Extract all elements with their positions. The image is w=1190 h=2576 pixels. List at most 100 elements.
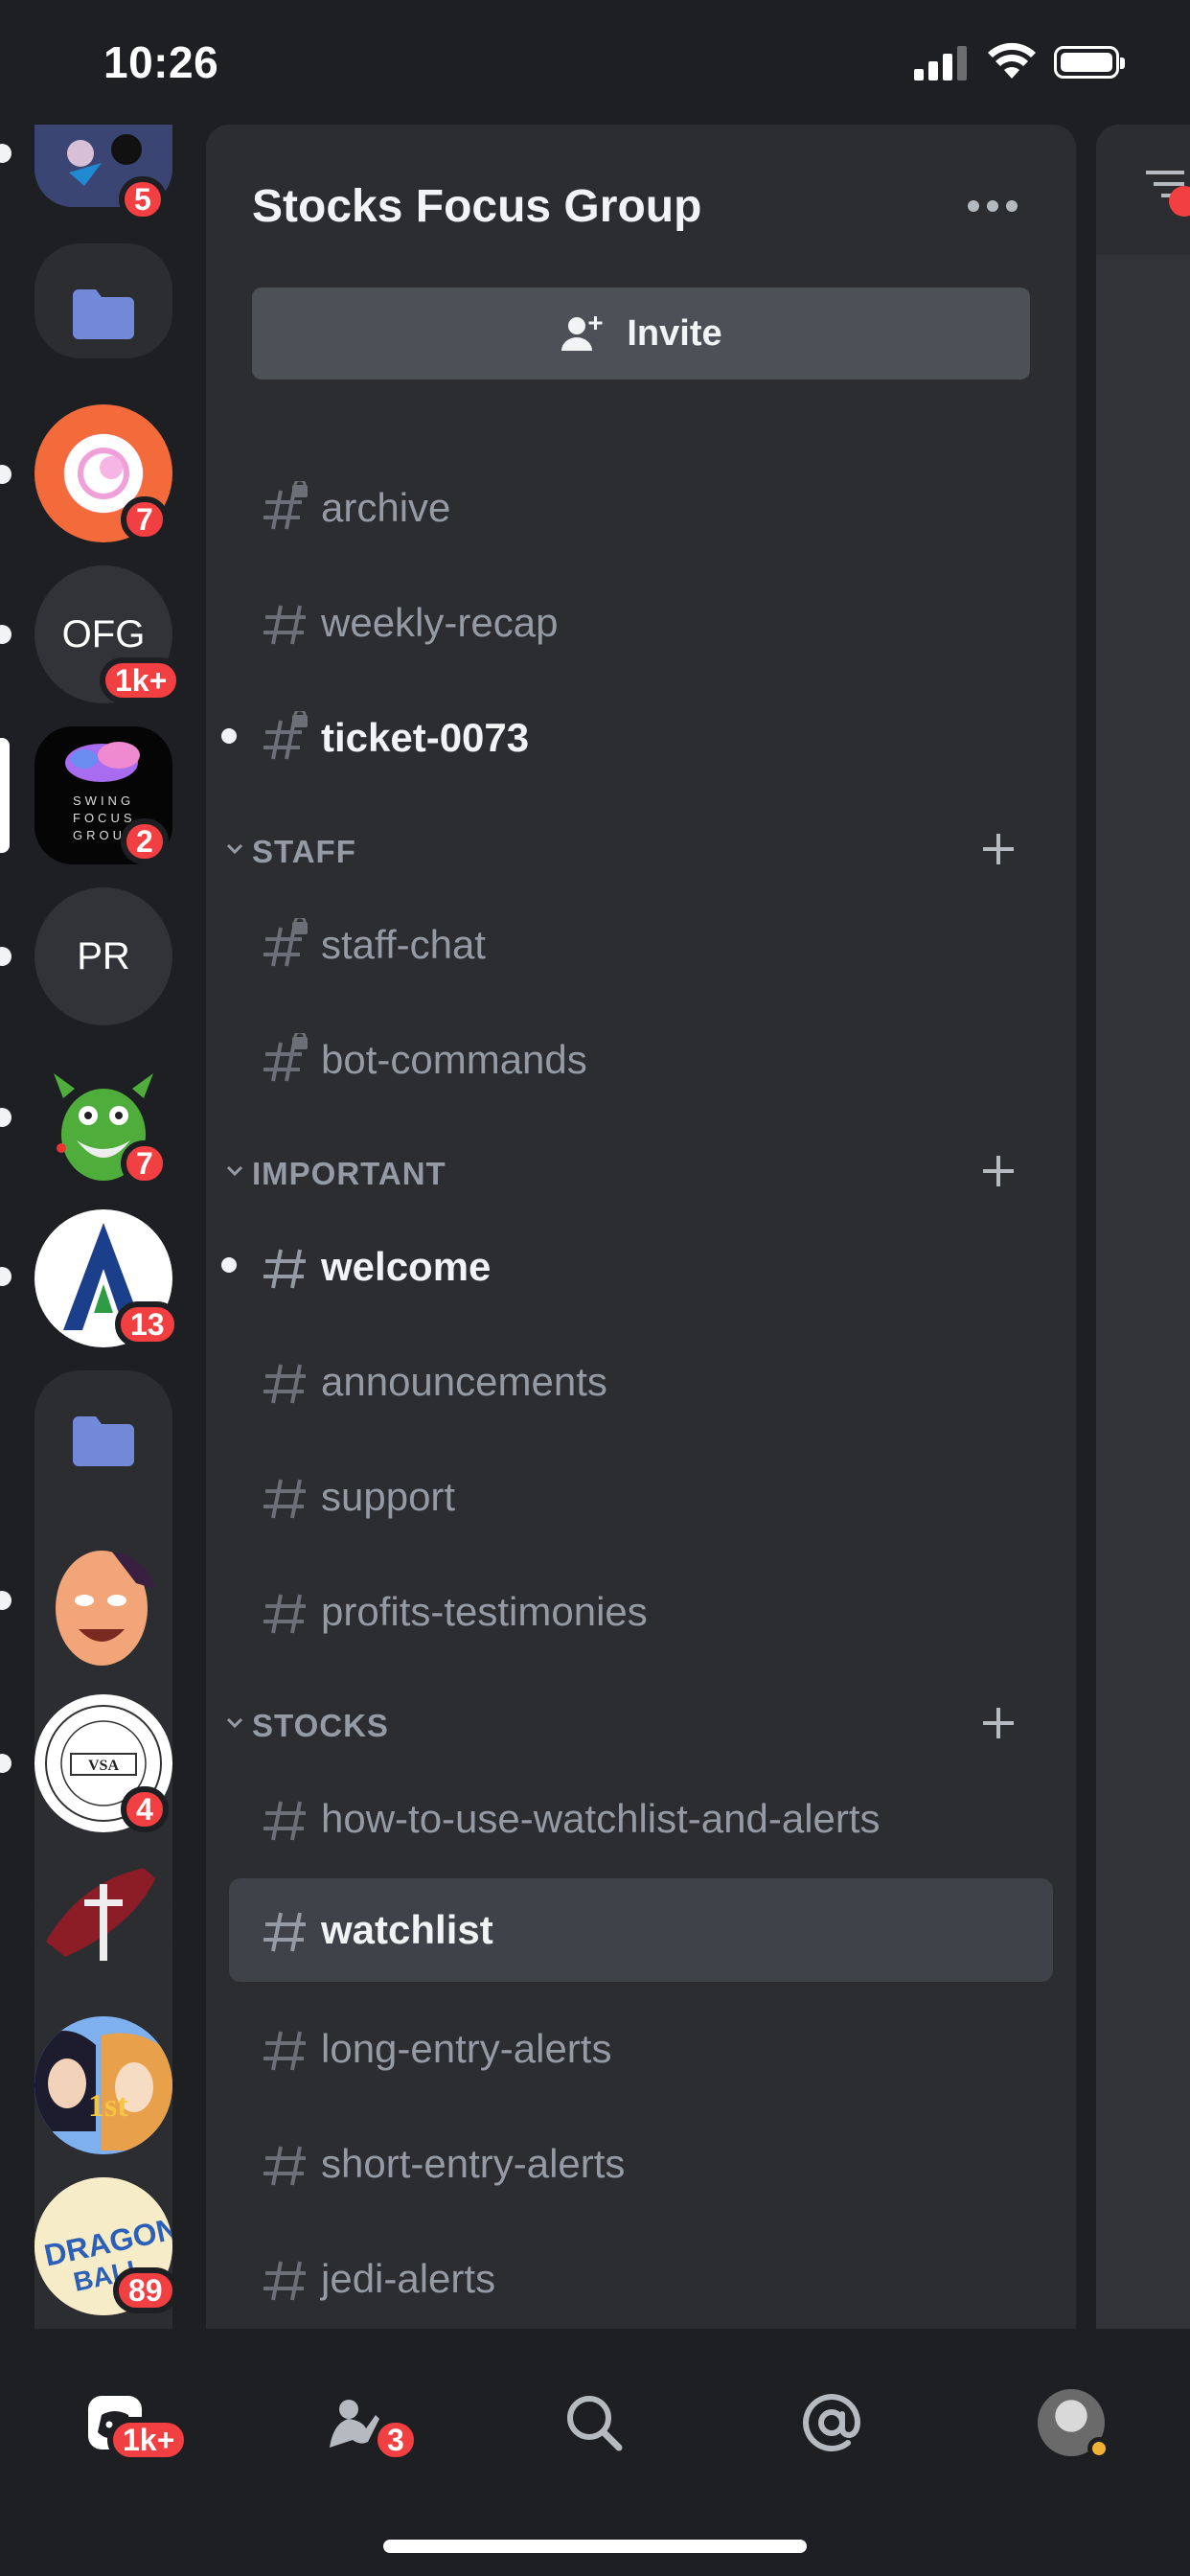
chevron-down-icon <box>226 1717 243 1729</box>
anime-art-icon: 1st <box>34 2016 172 2154</box>
nav-profile[interactable] <box>1023 2375 1119 2471</box>
folder-icon <box>34 266 172 362</box>
server-pr[interactable]: PR <box>34 887 172 1025</box>
server-badge: 13 <box>115 1301 180 1347</box>
channel-label: announcements <box>321 1359 607 1404</box>
channel-label: staff-chat <box>321 922 486 967</box>
unread-indicator <box>0 144 11 163</box>
channel-welcome[interactable]: welcome <box>221 1215 1053 1319</box>
thread-list-icon[interactable] <box>1146 163 1190 220</box>
category-stocks[interactable]: STOCKS <box>206 1696 1076 1754</box>
channel-short-entry-alerts[interactable]: short-entry-alerts <box>229 2112 1053 2216</box>
category-label: IMPORTANT <box>252 1156 446 1191</box>
channel-archive[interactable]: archive <box>229 456 1053 560</box>
friends-badge: 3 <box>372 2417 420 2463</box>
battery-icon <box>1054 46 1125 79</box>
category-staff[interactable]: STAFF <box>206 822 1076 880</box>
add-channel-icon[interactable] <box>977 1702 1019 1744</box>
hash-icon <box>263 1801 306 1841</box>
server-badge: 7 <box>121 496 169 542</box>
server-cross[interactable] <box>34 1855 172 1993</box>
chevron-down-icon <box>226 1165 243 1177</box>
server-badge: 7 <box>121 1140 169 1186</box>
category-label: STAFF <box>252 834 356 869</box>
server-rail: 5 7 OFG 1k+ SWING FOCUS GROUP 2 PR 7 13 … <box>0 125 206 2329</box>
channel-ticket-0073[interactable]: ticket-0073 <box>221 686 1053 790</box>
channel-support[interactable]: support <box>229 1445 1053 1549</box>
channel-label: support <box>321 1474 456 1519</box>
add-user-icon <box>561 316 603 351</box>
locked-hash-icon <box>263 918 308 967</box>
unread-indicator <box>0 1591 11 1610</box>
svg-text:FOCUS: FOCUS <box>73 811 136 825</box>
channel-label: how-to-use-watchlist-and-alerts <box>321 1796 881 1841</box>
channel-label: watchlist <box>321 1907 493 1952</box>
channel-label: long-entry-alerts <box>321 2026 612 2071</box>
channel-bot-commands[interactable]: bot-commands <box>229 1008 1053 1112</box>
locked-hash-icon <box>263 481 308 530</box>
server-badge: 89 <box>113 2267 178 2313</box>
channel-label: short-entry-alerts <box>321 2141 626 2186</box>
unread-indicator <box>0 625 11 644</box>
unread-indicator <box>0 1108 11 1127</box>
user-avatar <box>1038 2389 1110 2460</box>
chevron-down-icon <box>226 843 243 855</box>
wifi-icon <box>988 42 1036 79</box>
status-time: 10:26 <box>103 37 219 87</box>
channel-label: weekly-recap <box>321 600 559 645</box>
unread-indicator <box>0 947 11 966</box>
channel-label: ticket-0073 <box>321 715 530 760</box>
home-indicator <box>383 2540 807 2553</box>
channel-label: welcome <box>321 1244 492 1289</box>
server-badge: 5 <box>119 176 167 222</box>
add-channel-icon[interactable] <box>977 828 1019 870</box>
channel-how-to-use-watchlist-and-alerts[interactable]: how-to-use-watchlist-and-alerts <box>229 1767 1053 1871</box>
server-title[interactable]: Stocks Focus Group <box>252 180 701 233</box>
hash-icon <box>263 2031 306 2071</box>
svg-text:VSA: VSA <box>88 1758 119 1774</box>
svg-text:1st: 1st <box>88 2088 128 2124</box>
hash-icon <box>263 1479 306 1519</box>
server-face-emoji[interactable] <box>34 1533 172 1671</box>
active-server-indicator <box>0 738 10 853</box>
channel-label: profits-testimonies <box>321 1589 648 1634</box>
server-badge: 1k+ <box>100 657 183 703</box>
server-badge: 4 <box>121 1786 169 1832</box>
hash-icon <box>263 1364 306 1404</box>
channel-watchlist[interactable]: watchlist <box>229 1878 1053 1982</box>
locked-hash-icon <box>263 1033 308 1082</box>
bottom-nav: 1k+ 3 <box>0 2329 1190 2576</box>
unread-indicator <box>0 1267 11 1286</box>
channel-jedi-alerts[interactable]: jedi-alerts <box>229 2227 1053 2329</box>
server-anime[interactable]: 1st <box>34 2016 172 2154</box>
nav-mentions[interactable] <box>784 2375 880 2471</box>
svg-text:SWING: SWING <box>73 794 134 808</box>
channel-announcements[interactable]: announcements <box>229 1330 1053 1434</box>
more-options-icon[interactable] <box>968 192 1035 220</box>
hash-icon <box>263 2261 306 2301</box>
unread-indicator <box>221 1257 237 1273</box>
channel-long-entry-alerts[interactable]: long-entry-alerts <box>229 1997 1053 2101</box>
locked-hash-icon <box>263 711 308 760</box>
invite-button[interactable]: Invite <box>252 288 1030 380</box>
folder-icon <box>34 1393 172 1489</box>
channel-weekly-recap[interactable]: weekly-recap <box>229 571 1053 675</box>
channel-panel: Stocks Focus Group Invite archive weekly… <box>206 125 1076 2329</box>
unread-indicator <box>221 728 237 744</box>
unread-indicator <box>0 465 11 484</box>
invite-label: Invite <box>627 312 722 354</box>
category-important[interactable]: IMPORTANT <box>206 1144 1076 1202</box>
hash-icon <box>263 1912 306 1952</box>
channel-staff-chat[interactable]: staff-chat <box>229 893 1053 997</box>
nav-search[interactable] <box>546 2375 642 2471</box>
status-bar: 10:26 <box>0 0 1190 125</box>
hash-icon <box>263 605 306 645</box>
search-icon <box>567 2396 623 2451</box>
hash-icon <box>263 1594 306 1634</box>
channel-profits-testimonies[interactable]: profits-testimonies <box>229 1560 1053 1664</box>
hash-icon <box>263 1249 306 1289</box>
chat-panel-peek[interactable] <box>1096 125 1190 2329</box>
hash-icon <box>263 2146 306 2186</box>
channel-label: jedi-alerts <box>321 2256 496 2301</box>
add-channel-icon[interactable] <box>977 1150 1019 1192</box>
